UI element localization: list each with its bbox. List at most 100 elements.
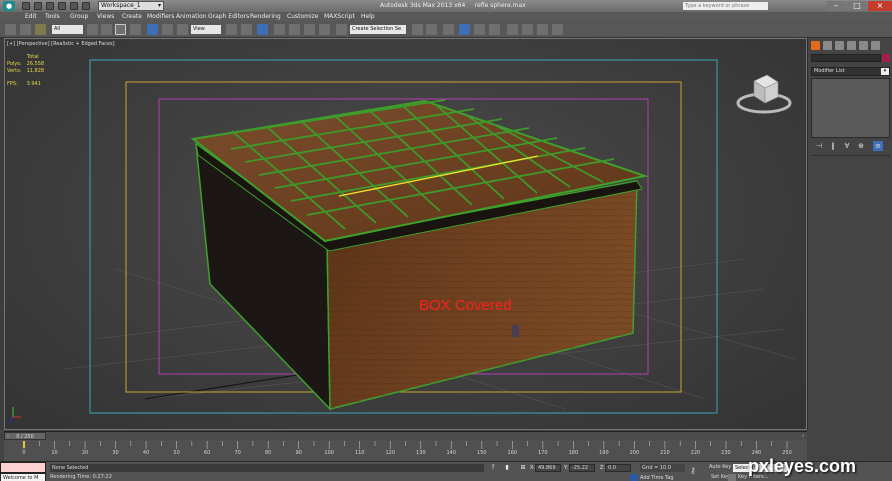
menu-create[interactable]: Create: [122, 13, 142, 20]
set-key-icon[interactable]: ⚷: [690, 467, 704, 475]
menu-animation[interactable]: Animation: [176, 13, 207, 20]
time-slider[interactable]: 0 / 250 ‹ ›: [4, 431, 807, 440]
selection-filter-dropdown[interactable]: All: [52, 25, 83, 34]
viewport-label[interactable]: [+] [Perspective] [Realistic + Edged Fac…: [7, 41, 115, 47]
configure-modifier-sets-icon[interactable]: ≡: [873, 141, 883, 151]
close-button[interactable]: ×: [868, 1, 892, 11]
viewcube-icon[interactable]: [734, 67, 794, 117]
modifier-stack[interactable]: [811, 78, 890, 138]
keyboard-shortcut-override-icon[interactable]: [257, 24, 268, 35]
track-tick-label: 170: [538, 450, 548, 456]
workspace-dropdown[interactable]: Workspace_1: [98, 1, 164, 11]
layer-manager-icon[interactable]: [443, 24, 454, 35]
select-object-icon[interactable]: [87, 24, 98, 35]
bind-space-warp-icon[interactable]: [35, 24, 46, 35]
project-folder-icon[interactable]: [82, 2, 90, 10]
rendered-frame-window-icon[interactable]: [537, 24, 548, 35]
hierarchy-tab-icon[interactable]: [835, 41, 844, 50]
angle-snap-icon[interactable]: [289, 24, 300, 35]
named-selection-dropdown[interactable]: Create Selection Se: [350, 25, 406, 34]
add-time-tag-button[interactable]: Add Time Tag: [640, 475, 674, 481]
selection-status: None Selected: [50, 464, 484, 472]
perspective-viewport[interactable]: [+] [Perspective] [Realistic + Edged Fac…: [4, 38, 807, 430]
schematic-view-icon[interactable]: [489, 24, 500, 35]
maximize-button[interactable]: □: [847, 1, 867, 11]
rectangular-selection-icon[interactable]: [115, 24, 126, 35]
save-file-icon[interactable]: [46, 2, 54, 10]
key-filters-icon[interactable]: [728, 474, 736, 481]
y-coord-field[interactable]: -25.22: [569, 464, 595, 472]
menu-views[interactable]: Views: [97, 13, 114, 20]
select-manipulate-icon[interactable]: [241, 24, 252, 35]
new-file-icon[interactable]: [22, 2, 30, 10]
lock-selection-icon[interactable]: ▮: [503, 464, 511, 472]
select-by-name-icon[interactable]: [101, 24, 112, 35]
y-coord-label: Y:: [564, 465, 569, 471]
time-tag-icon[interactable]: [630, 474, 638, 481]
track-tick-label: 200: [629, 450, 640, 456]
display-tab-icon[interactable]: [859, 41, 868, 50]
select-and-move-icon[interactable]: [147, 24, 158, 35]
render-production-icon[interactable]: [552, 24, 563, 35]
absolute-mode-icon[interactable]: ⊞: [519, 464, 527, 472]
remove-modifier-icon[interactable]: ⊕: [856, 141, 866, 151]
time-slider-prev-icon[interactable]: ‹: [4, 432, 12, 440]
chevron-down-icon[interactable]: ▾: [881, 68, 889, 75]
menu-rendering[interactable]: Rendering: [250, 13, 281, 20]
auto-key-button[interactable]: Auto Key: [709, 464, 731, 470]
pin-stack-icon[interactable]: ⊣: [814, 141, 824, 151]
motion-tab-icon[interactable]: [847, 41, 856, 50]
stats-polys-label: Polys:: [7, 61, 22, 67]
app-logo-icon[interactable]: ●: [3, 1, 15, 11]
menu-modifiers[interactable]: Modifiers: [147, 13, 174, 20]
modifier-list-dropdown[interactable]: Modifier List ▾: [811, 67, 890, 76]
curve-editor-icon[interactable]: [474, 24, 485, 35]
open-file-icon[interactable]: [34, 2, 42, 10]
show-end-result-icon[interactable]: ‖: [828, 141, 838, 151]
menu-group[interactable]: Group: [70, 13, 88, 20]
material-editor-icon[interactable]: [507, 24, 518, 35]
mirror-icon[interactable]: [412, 24, 423, 35]
pivot-center-icon[interactable]: [226, 24, 237, 35]
isolate-selection-icon[interactable]: ?: [489, 464, 497, 472]
maxscript-listener-input[interactable]: [0, 462, 46, 473]
create-tab-icon[interactable]: [811, 41, 820, 50]
align-icon[interactable]: [426, 24, 437, 35]
x-coord-field[interactable]: 49.869: [535, 464, 561, 472]
graphite-tools-icon[interactable]: [459, 24, 470, 35]
undo-icon[interactable]: [58, 2, 66, 10]
menu-customize[interactable]: Customize: [287, 13, 319, 20]
spinner-snap-icon[interactable]: [319, 24, 330, 35]
time-slider-next-icon[interactable]: ›: [799, 432, 807, 440]
track-bar[interactable]: 0 10 20 30 40 50 60 70 80 90 100 110 120 130 140 150 160…: [4, 440, 807, 461]
modify-tab-icon[interactable]: [823, 41, 832, 50]
app-title-text: Autodesk 3ds Max 2013 x64: [380, 2, 466, 9]
z-coord-field[interactable]: 0.0: [605, 464, 631, 472]
object-name-field[interactable]: [811, 54, 881, 62]
box-annotation: BOX Covered: [419, 297, 512, 314]
minimize-button[interactable]: –: [826, 1, 846, 11]
menu-tools[interactable]: Tools: [45, 13, 60, 20]
search-input[interactable]: Type a keyword or phrase: [683, 2, 768, 10]
select-and-link-icon[interactable]: [5, 24, 16, 35]
menu-graph-editors[interactable]: Graph Editors: [208, 13, 249, 20]
make-unique-icon[interactable]: ∀: [842, 141, 852, 151]
track-tick-label: 70: [234, 450, 241, 456]
object-color-swatch[interactable]: [882, 54, 890, 62]
utilities-tab-icon[interactable]: [871, 41, 880, 50]
redo-icon[interactable]: [70, 2, 78, 10]
unlink-icon[interactable]: [20, 24, 31, 35]
menu-help[interactable]: Help: [361, 13, 375, 20]
percent-snap-icon[interactable]: [304, 24, 315, 35]
menu-maxscript[interactable]: MAXScript: [324, 13, 355, 20]
edit-named-selection-icon[interactable]: [336, 24, 347, 35]
reference-coordinate-dropdown[interactable]: View: [191, 25, 221, 34]
select-and-rotate-icon[interactable]: [162, 24, 173, 35]
render-setup-icon[interactable]: [522, 24, 533, 35]
menu-edit[interactable]: Edit: [25, 13, 37, 20]
maxscript-listener-output[interactable]: Welcome to M: [0, 473, 46, 481]
snap-toggle-icon[interactable]: [274, 24, 285, 35]
select-and-scale-icon[interactable]: [177, 24, 188, 35]
window-crossing-icon[interactable]: [130, 24, 141, 35]
stats-fps: 3.941: [26, 81, 41, 87]
